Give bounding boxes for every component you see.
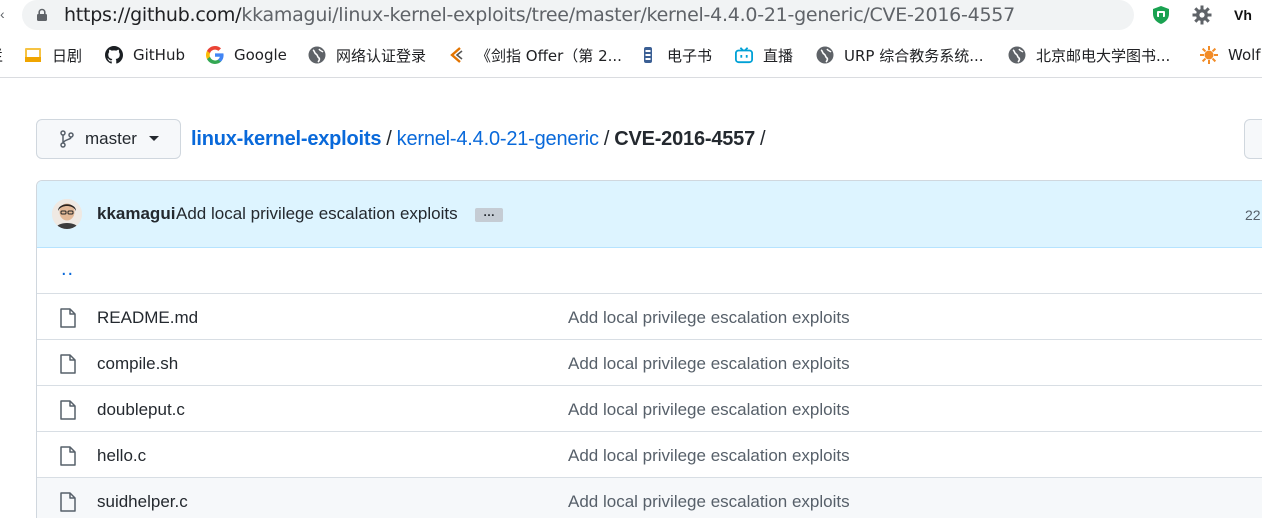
file-name-link[interactable]: suidhelper.c xyxy=(97,492,188,512)
tv-icon xyxy=(735,46,753,64)
breadcrumb-current: CVE-2016-4557 xyxy=(614,128,756,150)
file-name-link[interactable]: compile.sh xyxy=(97,354,178,374)
expand-commit-button[interactable]: … xyxy=(475,206,503,222)
branch-select-button[interactable]: master xyxy=(36,119,181,159)
github-icon xyxy=(105,46,123,64)
bookmark-ebook[interactable]: 电子书 xyxy=(639,45,712,65)
breadcrumb: linux-kernel-exploits / kernel-4.4.0-21-ge… xyxy=(191,127,770,151)
back-button-stub[interactable]: ‹ xyxy=(0,6,6,24)
latest-commit-bar: kkamagui Add local privilege escalation … xyxy=(37,181,1262,248)
file-icon xyxy=(60,446,76,466)
file-icon xyxy=(60,400,76,420)
file-icon xyxy=(60,354,76,374)
bookmark-label: 北京邮电大学图书... xyxy=(1036,46,1171,65)
vh-extension-label: Vh xyxy=(1234,7,1252,23)
breadcrumb-separator: / xyxy=(760,128,766,150)
folder-icon xyxy=(24,46,42,64)
shield-extension-icon[interactable] xyxy=(1150,4,1172,26)
vh-extension-icon[interactable]: Vh xyxy=(1232,4,1254,26)
bookmark-label: 直播 xyxy=(763,46,794,65)
file-commit-message-link[interactable]: Add local privilege escalation exploits xyxy=(568,400,850,420)
breadcrumb-separator: / xyxy=(386,128,392,150)
bookmark-live[interactable]: 直播 xyxy=(735,45,793,65)
parent-directory-row[interactable]: .. xyxy=(37,248,1262,293)
bookmark-github[interactable]: GitHub xyxy=(105,45,185,65)
go-to-file-button[interactable] xyxy=(1244,119,1262,159)
browser-address-row: ‹ https://github.com/kkamagui/linux-kern… xyxy=(0,0,1262,32)
file-row[interactable]: compile.sh Add local privilege escalatio… xyxy=(37,339,1262,385)
bookmark-label: URP 综合教务系统... xyxy=(844,46,984,65)
file-name-link[interactable]: doubleput.c xyxy=(97,400,185,420)
url-text[interactable]: https://github.com/kkamagui/linux-kernel… xyxy=(64,4,1015,26)
commit-author-link[interactable]: kkamagui xyxy=(97,204,175,224)
file-name-link[interactable]: README.md xyxy=(97,308,198,328)
bookmark-stub[interactable]: 栏 xyxy=(0,45,3,65)
file-row[interactable]: hello.c Add local privilege escalation e… xyxy=(37,431,1262,477)
globe-icon xyxy=(308,46,326,64)
git-branch-icon xyxy=(59,130,75,148)
bookmark-jianzhi[interactable]: 《剑指 Offer（第 2... xyxy=(448,45,622,65)
bookmark-label: GitHub xyxy=(133,46,185,64)
bookmark-label: Google xyxy=(234,46,287,64)
bookmark-label: 栏 xyxy=(0,45,3,66)
file-commit-message-link[interactable]: Add local privilege escalation exploits xyxy=(568,308,850,328)
file-commit-message-link[interactable]: Add local privilege escalation exploits xyxy=(568,354,850,374)
url-prefix: https://github.com/ xyxy=(64,4,242,26)
file-row[interactable]: README.md Add local privilege escalation… xyxy=(37,293,1262,339)
bookmark-label: 日剧 xyxy=(52,46,83,65)
branch-name: master xyxy=(85,129,137,148)
lock-icon[interactable] xyxy=(35,8,49,22)
globe-icon xyxy=(816,46,834,64)
bookmark-google[interactable]: Google xyxy=(206,45,287,65)
book-icon xyxy=(448,46,466,64)
commit-time[interactable]: 22 xyxy=(1245,207,1261,223)
google-icon xyxy=(206,46,224,64)
breadcrumb-separator: / xyxy=(603,128,610,150)
bookmark-wolf[interactable]: Wolf xyxy=(1200,45,1261,65)
file-commit-message-link[interactable]: Add local privilege escalation exploits xyxy=(568,446,850,466)
breadcrumb-folder-link[interactable]: kernel-4.4.0-21-generic xyxy=(397,128,599,150)
file-icon xyxy=(60,308,76,328)
bookmark-label: 电子书 xyxy=(667,46,713,65)
breadcrumb-repo-link[interactable]: linux-kernel-exploits xyxy=(191,128,381,150)
bookmark-urp[interactable]: URP 综合教务系统... xyxy=(816,45,984,65)
globe-icon xyxy=(1008,46,1026,64)
url-path: kkamagui/linux-kernel-exploits/tree/mast… xyxy=(241,4,1015,26)
file-row[interactable]: doubleput.c Add local privilege escalati… xyxy=(37,385,1262,431)
file-commit-message-link[interactable]: Add local privilege escalation exploits xyxy=(568,492,850,512)
parent-directory-link[interactable]: .. xyxy=(61,258,74,281)
sun-icon xyxy=(1200,46,1218,64)
gear-extension-icon[interactable] xyxy=(1191,4,1213,26)
file-row[interactable]: suidhelper.c Add local privilege escalat… xyxy=(37,477,1262,518)
bookmark-ri-ju[interactable]: 日剧 xyxy=(24,45,82,65)
bookmarks-bar: 栏 日剧 GitHub Google xyxy=(0,32,1262,78)
bookmark-bupt-lib[interactable]: 北京邮电大学图书... xyxy=(1008,45,1170,65)
file-name-link[interactable]: hello.c xyxy=(97,446,146,466)
ebook-icon xyxy=(639,46,657,64)
bookmark-label: 《剑指 Offer（第 2... xyxy=(476,46,622,65)
chevron-down-icon xyxy=(148,136,159,142)
bookmark-label: Wolf xyxy=(1228,46,1261,64)
bookmark-net-login[interactable]: 网络认证登录 xyxy=(308,45,426,65)
file-icon xyxy=(60,492,76,512)
file-browser-box: kkamagui Add local privilege escalation … xyxy=(36,180,1262,518)
address-bar[interactable]: https://github.com/kkamagui/linux-kernel… xyxy=(22,0,1134,30)
bookmark-label: 网络认证登录 xyxy=(336,46,427,65)
avatar[interactable] xyxy=(52,199,82,229)
commit-message-link[interactable]: Add local privilege escalation exploits xyxy=(176,204,458,224)
